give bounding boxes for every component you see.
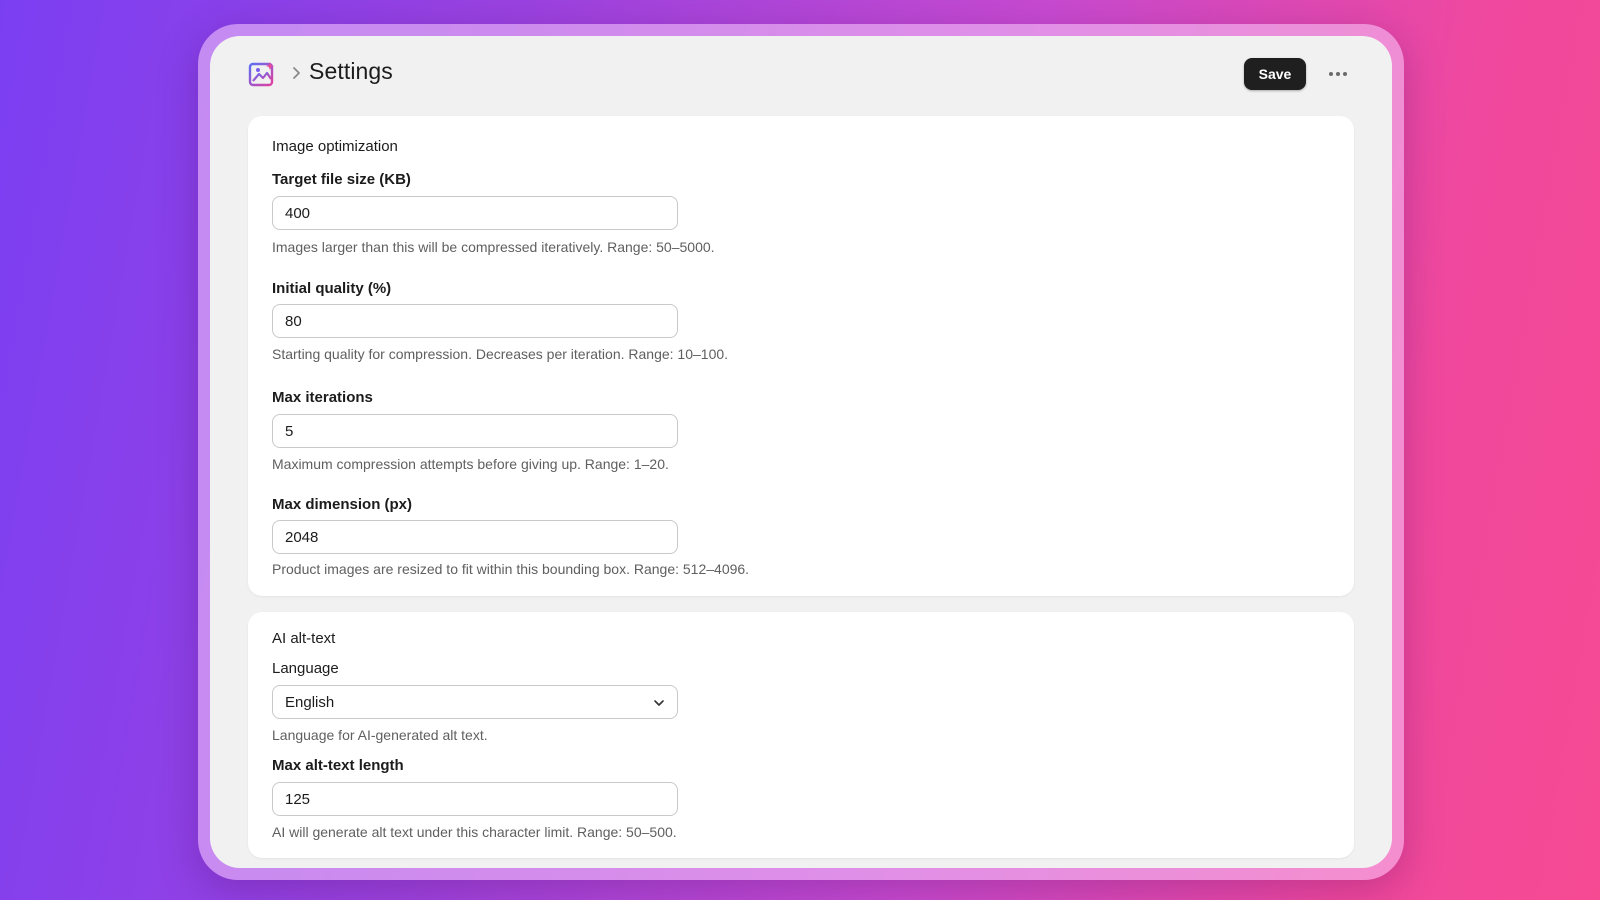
initial-quality-input[interactable]: 80 bbox=[272, 304, 678, 338]
max-iterations-value: 5 bbox=[285, 422, 294, 440]
max-dimension-input[interactable]: 2048 bbox=[272, 520, 678, 554]
more-options-button[interactable] bbox=[1322, 60, 1354, 86]
image-optimization-card: Image optimization Target file size (KB)… bbox=[248, 116, 1354, 596]
max-dimension-label: Max dimension (px) bbox=[272, 496, 413, 513]
max-alt-text-length-input[interactable]: 125 bbox=[272, 782, 678, 816]
max-iterations-help: Maximum compression attempts before givi… bbox=[272, 456, 669, 472]
max-alt-text-length-help: AI will generate alt text under this cha… bbox=[272, 824, 677, 840]
section-title-ai-alt-text: AI alt-text bbox=[272, 630, 336, 647]
max-alt-text-length-value: 125 bbox=[285, 790, 311, 808]
settings-window: Settings Save Image optimization Target … bbox=[210, 36, 1392, 868]
target-file-size-label: Target file size (KB) bbox=[272, 171, 411, 188]
target-file-size-help: Images larger than this will be compress… bbox=[272, 239, 715, 255]
target-file-size-value: 400 bbox=[285, 204, 311, 222]
initial-quality-value: 80 bbox=[285, 312, 302, 330]
language-value: English bbox=[285, 693, 335, 711]
target-file-size-input[interactable]: 400 bbox=[272, 196, 678, 230]
app-image-icon[interactable] bbox=[248, 61, 276, 87]
max-dimension-value: 2048 bbox=[285, 528, 319, 546]
page-title: Settings bbox=[309, 58, 393, 84]
more-horizontal-icon bbox=[1328, 64, 1348, 82]
language-select[interactable]: English bbox=[272, 685, 678, 719]
chevron-right-icon bbox=[290, 65, 302, 81]
max-iterations-label: Max iterations bbox=[272, 389, 373, 406]
section-title-image-optimization: Image optimization bbox=[272, 138, 398, 155]
ai-alt-text-card: AI alt-text Language English Language fo… bbox=[248, 612, 1354, 858]
chevron-down-icon bbox=[653, 694, 665, 711]
language-help: Language for AI-generated alt text. bbox=[272, 727, 488, 743]
language-label: Language bbox=[272, 660, 339, 677]
top-bar: Settings Save bbox=[210, 36, 1392, 112]
max-iterations-input[interactable]: 5 bbox=[272, 414, 678, 448]
max-dimension-help: Product images are resized to fit within… bbox=[272, 561, 750, 577]
initial-quality-label: Initial quality (%) bbox=[272, 280, 392, 297]
max-alt-text-length-label: Max alt-text length bbox=[272, 757, 404, 774]
initial-quality-help: Starting quality for compression. Decrea… bbox=[272, 346, 729, 362]
save-button[interactable]: Save bbox=[1244, 58, 1306, 90]
